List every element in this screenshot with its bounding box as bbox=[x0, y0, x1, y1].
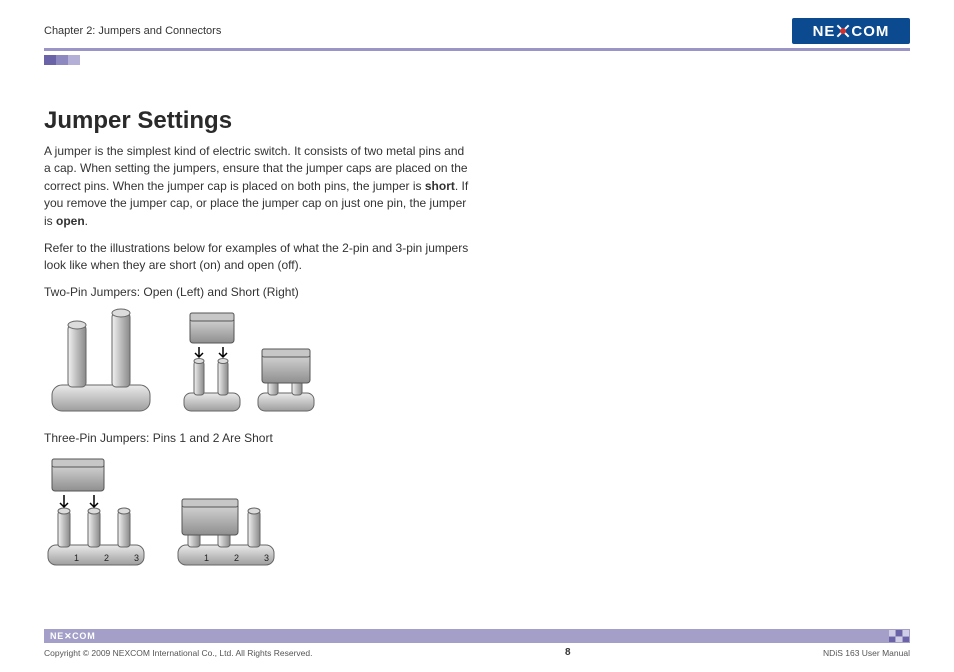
header-rule bbox=[44, 48, 910, 51]
logo-text-right: COM bbox=[851, 23, 889, 40]
footer-logo: NE✕COM bbox=[50, 631, 96, 642]
p1-b: short bbox=[425, 179, 455, 193]
copyright-text: Copyright © 2009 NEXCOM International Co… bbox=[44, 648, 312, 658]
caption-three-pin: Three-Pin Jumpers: Pins 1 and 2 Are Shor… bbox=[44, 431, 474, 445]
pin-3-label-b: 3 bbox=[264, 553, 269, 563]
p1-a: A jumper is the simplest kind of electri… bbox=[44, 144, 468, 193]
page-number: 8 bbox=[565, 647, 571, 658]
page-title: Jumper Settings bbox=[44, 107, 474, 135]
nexcom-logo: NE COM bbox=[792, 18, 910, 44]
p1-e: . bbox=[85, 214, 88, 228]
page-footer: NE✕COM Copyright © 2009 NEXCOM Internati… bbox=[44, 629, 910, 658]
manual-name: NDiS 163 User Manual bbox=[823, 648, 910, 658]
chapter-label: Chapter 2: Jumpers and Connectors bbox=[44, 25, 221, 37]
logo-x-icon bbox=[836, 24, 850, 38]
decoration-squares bbox=[44, 55, 910, 65]
logo-text-left: NE bbox=[813, 23, 836, 40]
pin-1-label: 1 bbox=[74, 553, 79, 563]
pin-2-label-b: 2 bbox=[234, 553, 239, 563]
paragraph-2: Refer to the illustrations below for exa… bbox=[44, 240, 474, 275]
footer-pattern-icon bbox=[888, 629, 910, 643]
pin-3-label: 3 bbox=[134, 553, 139, 563]
paragraph-1: A jumper is the simplest kind of electri… bbox=[44, 143, 474, 230]
caption-two-pin: Two-Pin Jumpers: Open (Left) and Short (… bbox=[44, 285, 474, 299]
p1-d: open bbox=[56, 214, 85, 228]
pin-2-label: 2 bbox=[104, 553, 109, 563]
illustration-two-pin bbox=[44, 307, 474, 417]
illustration-three-pin: 1 2 3 1 2 3 bbox=[44, 453, 474, 573]
pin-1-label-b: 1 bbox=[204, 553, 209, 563]
